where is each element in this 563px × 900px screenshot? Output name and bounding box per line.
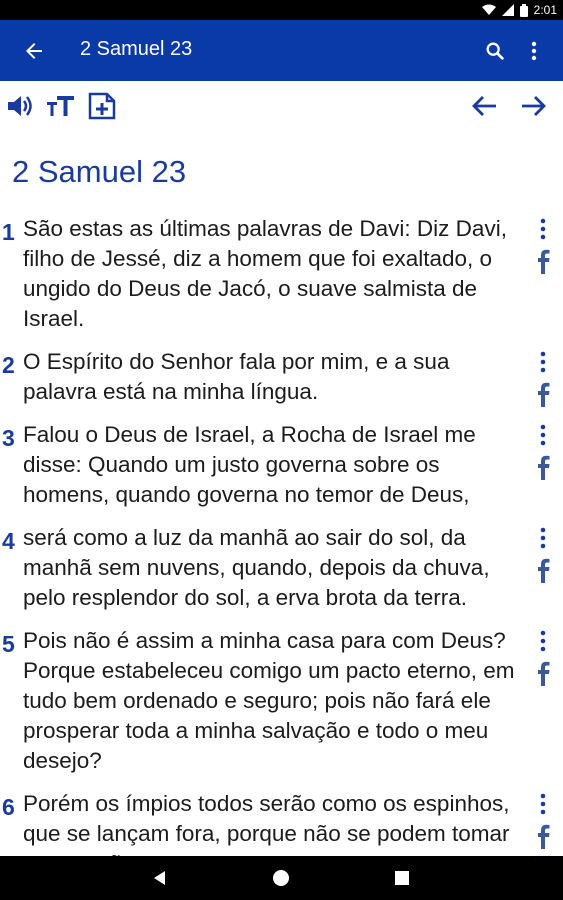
verse-text: será como a luz da manhã ao sair do sol,… xyxy=(23,525,490,610)
facebook-icon[interactable] xyxy=(533,454,553,480)
reader-toolbar xyxy=(0,81,563,131)
previous-chapter-arrow-icon[interactable] xyxy=(470,91,500,121)
verse-number: 1 xyxy=(2,219,15,245)
verse-text: O Espírito do Senhor fala por mim, e a s… xyxy=(23,349,450,404)
facebook-icon[interactable] xyxy=(533,557,553,583)
verse-number: 5 xyxy=(2,631,15,657)
verse-item[interactable]: 2 O Espírito do Senhor fala por mim, e a… xyxy=(0,347,563,407)
verse-item[interactable]: 5 Pois não é assim a minha casa para com… xyxy=(0,626,563,776)
facebook-icon[interactable] xyxy=(533,660,553,686)
verse-item[interactable]: 1 São estas as últimas palavras de Davi:… xyxy=(0,214,563,334)
app-bar-title: 2 Samuel 23 xyxy=(80,38,193,60)
verse-number: 4 xyxy=(2,528,15,554)
verse-item[interactable]: 4 será como a luz da manhã ao sair do so… xyxy=(0,523,563,613)
verse-item[interactable]: 3 Falou o Deus de Israel, a Rocha de Isr… xyxy=(0,420,563,510)
verse-more-icon[interactable] xyxy=(533,527,553,549)
nav-recents-icon[interactable] xyxy=(392,868,412,888)
verse-more-icon[interactable] xyxy=(533,793,553,815)
status-bar: 2:01 xyxy=(0,0,563,20)
verse-more-icon[interactable] xyxy=(533,424,553,446)
chapter-title: 2 Samuel 23 xyxy=(12,154,187,189)
verse-list: 1 São estas as últimas palavras de Davi:… xyxy=(0,214,563,892)
back-arrow-icon[interactable] xyxy=(22,39,46,63)
nav-back-icon[interactable] xyxy=(150,868,170,888)
signal-icon xyxy=(501,4,514,16)
status-time: 2:01 xyxy=(533,3,557,17)
verse-more-icon[interactable] xyxy=(533,218,553,240)
wifi-icon xyxy=(481,4,496,16)
verse-number: 2 xyxy=(2,352,15,378)
text-size-icon[interactable] xyxy=(46,91,76,121)
verse-text: São estas as últimas palavras de Davi: D… xyxy=(23,216,507,331)
add-note-icon[interactable] xyxy=(87,91,117,121)
nav-home-icon[interactable] xyxy=(271,868,291,888)
battery-icon xyxy=(519,3,528,17)
more-options-icon[interactable] xyxy=(526,39,542,63)
speaker-icon[interactable] xyxy=(5,91,35,121)
verse-number: 3 xyxy=(2,425,15,451)
verse-more-icon[interactable] xyxy=(533,351,553,373)
system-nav-bar xyxy=(0,856,563,900)
facebook-icon[interactable] xyxy=(533,248,553,274)
facebook-icon[interactable] xyxy=(533,823,553,849)
search-icon[interactable] xyxy=(484,40,506,62)
next-chapter-arrow-icon[interactable] xyxy=(518,91,548,121)
facebook-icon[interactable] xyxy=(533,381,553,407)
verse-text: Falou o Deus de Israel, a Rocha de Israe… xyxy=(23,422,476,507)
app-bar: 2 Samuel 23 xyxy=(0,20,563,81)
verse-text: Pois não é assim a minha casa para com D… xyxy=(23,628,515,773)
verse-number: 6 xyxy=(2,794,15,820)
verse-more-icon[interactable] xyxy=(533,630,553,652)
